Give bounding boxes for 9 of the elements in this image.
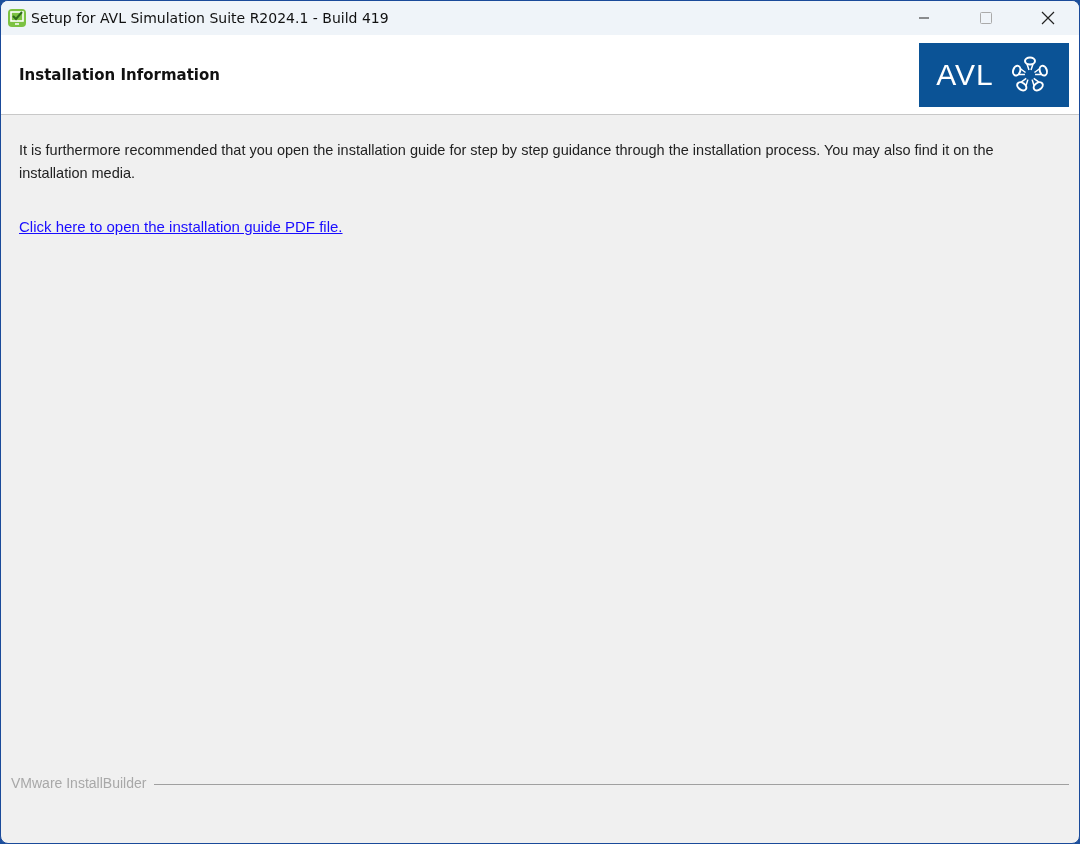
window-title: Setup for AVL Simulation Suite R2024.1 - Build 419 [31, 10, 389, 26]
page-title: Installation Information [19, 65, 220, 84]
guide-link[interactable]: Click here to open the installation guide PDF file. [19, 218, 343, 235]
logo-text: AVL [936, 57, 994, 92]
info-paragraph: It is furthermore recommended that you open the installation guide for step by step guidance through the installation process. You may also find it on the installation media. [19, 141, 995, 183]
app-icon [7, 8, 27, 28]
installer-brand: VMware InstallBuilder [11, 775, 147, 791]
close-icon [1041, 11, 1055, 25]
maximize-icon [980, 12, 992, 24]
